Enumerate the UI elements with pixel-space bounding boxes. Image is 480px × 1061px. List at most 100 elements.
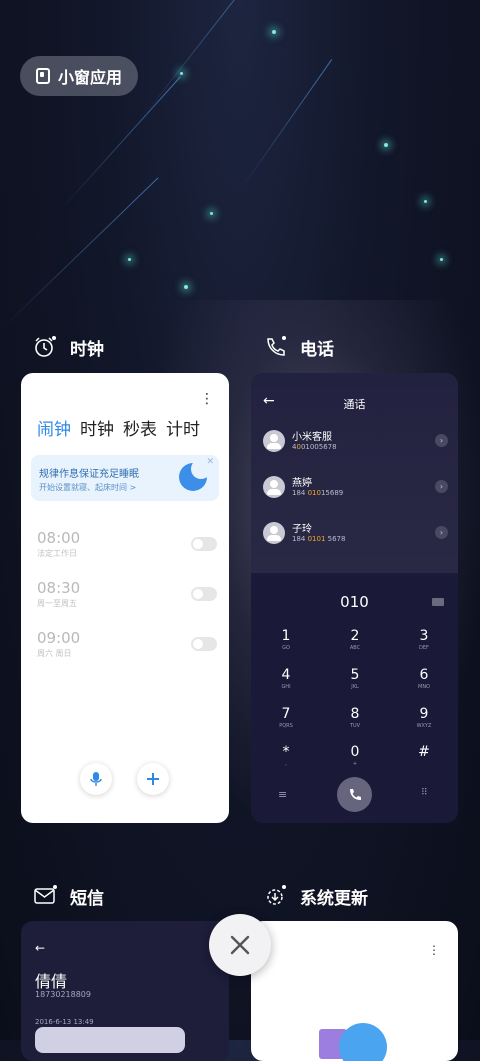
phone-call-icon (349, 788, 361, 800)
call-button[interactable] (337, 777, 372, 812)
add-alarm-button[interactable] (137, 763, 169, 795)
sleep-banner[interactable]: 规律作息保证充足睡眠 开始设置就寝、起床时间 > ✕ (31, 455, 219, 501)
contact-row[interactable]: 小米客服 4001005678 › (263, 426, 448, 456)
moon-icon (179, 459, 211, 491)
wallpaper-star (272, 30, 276, 34)
tab-alarm[interactable]: 闹钟 (37, 415, 71, 440)
floating-window-icon (36, 68, 50, 84)
app-header-updater[interactable]: 系统更新 (262, 882, 368, 910)
clear-all-button[interactable] (209, 914, 271, 976)
floating-window-label: 小窗应用 (58, 68, 123, 87)
app-name: 系统更新 (300, 888, 368, 909)
alarm-repeat: 周六 周日 (37, 649, 72, 658)
message-bubble (35, 1027, 185, 1053)
app-header-clock[interactable]: 时钟 (32, 333, 104, 361)
wallpaper-star (384, 143, 388, 147)
alarm-toggle[interactable] (191, 537, 217, 551)
dialed-number: 010 (340, 593, 369, 611)
app-header-phone[interactable]: 电话 (262, 333, 334, 361)
messages-app-card[interactable]: ← 倩倩 18730218809 2016-6-13 13:49 (21, 921, 229, 1061)
dial-key[interactable]: 3 DEF (399, 628, 449, 651)
alarm-item[interactable]: 09:00 周六 周日 (37, 629, 217, 659)
banner-subtitle: 开始设置就寝、起床时间 > (39, 483, 137, 492)
alarm-toggle[interactable] (191, 637, 217, 651)
conversation-number: 18730218809 (35, 990, 91, 999)
clock-app-icon (35, 336, 56, 357)
phone-app-icon (267, 336, 286, 356)
system-update-app-icon (267, 885, 286, 905)
app-header-messages[interactable]: 短信 (32, 882, 104, 910)
dial-key[interactable]: 8 TUV (330, 706, 380, 729)
contact-row[interactable]: 燕婷 184 01015689 › (263, 472, 448, 502)
dial-key[interactable]: 9 WXYZ (399, 706, 449, 729)
more-menu-icon[interactable]: ⋮ (200, 391, 214, 407)
wallpaper-star (440, 258, 443, 261)
contact-name: 燕婷 (292, 478, 312, 489)
close-icon[interactable]: ✕ (206, 457, 214, 467)
contact-name: 子玲 (292, 524, 312, 535)
message-date: 2016-6-13 13:49 (35, 1018, 94, 1026)
app-name: 电话 (300, 339, 334, 360)
tab-clock[interactable]: 时钟 (80, 415, 114, 440)
banner-title: 规律作息保证充足睡眠 (39, 469, 139, 480)
alarm-time: 08:00 (37, 529, 81, 547)
tab-stopwatch[interactable]: 秒表 (123, 415, 157, 440)
dial-key[interactable]: *, (261, 744, 311, 767)
alarm-repeat: 周一至周五 (37, 599, 77, 608)
dial-key[interactable]: 4 GHI (261, 667, 311, 690)
dial-key[interactable]: 2 ABC (330, 628, 380, 651)
plus-icon (147, 773, 159, 785)
voice-button[interactable] (80, 763, 112, 795)
wallpaper-streak (139, 0, 264, 121)
dial-key[interactable]: 0 + (330, 744, 380, 767)
wallpaper-star (180, 72, 183, 75)
menu-icon[interactable]: ≡ (278, 788, 287, 801)
dialpad: 010 1 GO 2 ABC 3 DEF 4 GHI 5 JKL 6 MNO 7 PQRS 8… (251, 576, 458, 823)
floating-window-apps-button[interactable]: 小窗应用 (20, 56, 138, 96)
clock-tabs: 闹钟 时钟 秒表 计时 (37, 415, 200, 440)
chevron-right-icon[interactable]: › (435, 480, 448, 493)
app-name: 短信 (70, 888, 104, 909)
messages-app-icon (34, 885, 57, 904)
alarm-toggle[interactable] (191, 587, 217, 601)
miui-logo-circle (339, 1023, 387, 1061)
close-icon (230, 935, 250, 955)
microphone-icon (90, 772, 102, 786)
wallpaper-star (128, 258, 131, 261)
dial-key[interactable]: # (399, 744, 449, 761)
wallpaper-streak (59, 76, 181, 211)
wallpaper-star (424, 200, 427, 203)
backspace-icon[interactable] (432, 598, 444, 606)
contact-number: 184 0101 5678 (292, 535, 346, 543)
back-arrow-icon[interactable]: ← (35, 941, 45, 955)
alarm-repeat: 法定工作日 (37, 549, 77, 558)
contact-avatar-icon (263, 476, 285, 498)
system-update-app-card[interactable]: ⋮ (251, 921, 458, 1061)
wallpaper-streak (239, 59, 333, 191)
wallpaper-star (210, 212, 213, 215)
tab-timer[interactable]: 计时 (166, 415, 200, 440)
contact-avatar-icon (263, 522, 285, 544)
call-log-title: 通话 (343, 398, 366, 411)
contact-number: 184 01015689 (292, 489, 344, 497)
wallpaper-streak (0, 177, 159, 331)
chevron-right-icon[interactable]: › (435, 434, 448, 447)
alarm-time: 09:00 (37, 629, 81, 647)
alarm-item[interactable]: 08:30 周一至周五 (37, 579, 217, 609)
dial-key[interactable]: 1 GO (261, 628, 311, 651)
dial-key[interactable]: 6 MNO (399, 667, 449, 690)
dial-key[interactable]: 7 PQRS (261, 706, 311, 729)
contact-number: 4001005678 (292, 443, 337, 451)
clock-app-card[interactable]: ⋮ 闹钟 时钟 秒表 计时 规律作息保证充足睡眠 开始设置就寝、起床时间 > ✕… (21, 373, 229, 823)
keypad-toggle-icon[interactable]: ⠿ (421, 788, 428, 798)
alarm-item[interactable]: 08:00 法定工作日 (37, 529, 217, 559)
contact-row[interactable]: 子玲 184 0101 5678 › (263, 518, 448, 548)
chevron-right-icon[interactable]: › (435, 526, 448, 539)
alarm-time: 08:30 (37, 579, 81, 597)
phone-app-card[interactable]: ← 通话 小米客服 4001005678 › 燕婷 184 01015689 ›… (251, 373, 458, 823)
dial-key[interactable]: 5 JKL (330, 667, 380, 690)
wallpaper-star (184, 285, 188, 289)
contact-name: 小米客服 (292, 432, 332, 443)
contact-avatar-icon (263, 430, 285, 452)
more-menu-icon[interactable]: ⋮ (428, 943, 440, 957)
